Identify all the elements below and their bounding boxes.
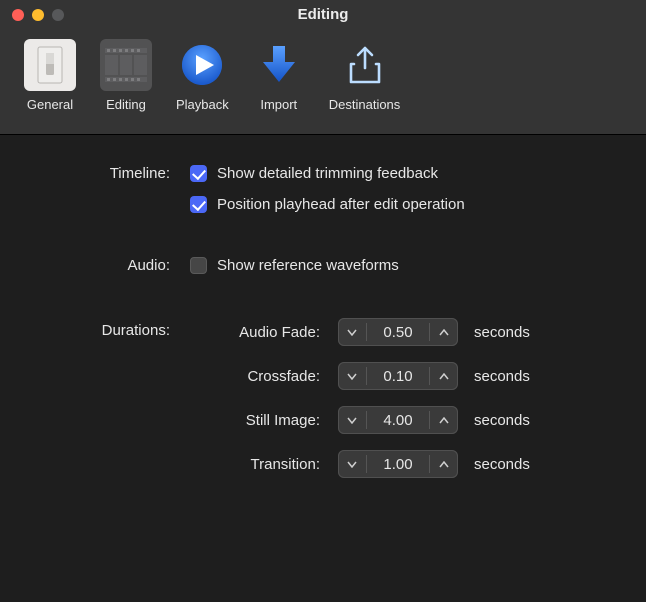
duration-unit: seconds [474,456,530,473]
audio-fade-stepper[interactable]: 0.50 [338,318,458,346]
stepper-value: 0.10 [367,368,429,385]
durations-list: Audio Fade: 0.50 seconds Crossfade: [190,318,530,478]
duration-unit: seconds [474,368,530,385]
crossfade-stepper[interactable]: 0.10 [338,362,458,390]
durations-block: Durations: Audio Fade: 0.50 seconds [40,318,606,478]
tab-label: Playback [176,97,229,112]
tab-destinations[interactable]: Destinations [325,37,405,114]
checkbox-reference-waveforms[interactable] [190,257,207,274]
duration-unit: seconds [474,412,530,429]
stepper-increment[interactable] [430,318,458,346]
audio-row-1: Audio: Show reference waveforms [40,257,606,274]
duration-row-crossfade: Crossfade: 0.10 seconds [190,362,530,390]
duration-label: Transition: [190,456,320,473]
durations-section-label: Durations: [40,318,170,339]
zoom-window-button[interactable] [52,9,64,21]
transition-stepper[interactable]: 1.00 [338,450,458,478]
stepper-decrement[interactable] [338,450,366,478]
duration-unit: seconds [474,324,530,341]
tab-label: Import [260,97,297,112]
tab-label: Destinations [329,97,401,112]
preferences-toolbar: General Editing [0,29,646,135]
stepper-decrement[interactable] [338,406,366,434]
tab-editing[interactable]: Editing [96,37,156,114]
timeline-row-2: Position playhead after edit operation [40,196,606,213]
general-icon [24,39,76,91]
duration-row-still-image: Still Image: 4.00 seconds [190,406,530,434]
checkbox-label: Position playhead after edit operation [217,196,465,213]
checkbox-label: Show detailed trimming feedback [217,165,438,182]
minimize-window-button[interactable] [32,9,44,21]
duration-label: Crossfade: [190,368,320,385]
tab-label: General [27,97,73,112]
stepper-increment[interactable] [430,450,458,478]
destinations-icon [339,39,391,91]
duration-row-audio-fade: Audio Fade: 0.50 seconds [190,318,530,346]
editing-pane: Timeline: Show detailed trimming feedbac… [0,135,646,512]
stepper-decrement[interactable] [338,362,366,390]
stepper-value: 0.50 [367,324,429,341]
duration-label: Still Image: [190,412,320,429]
close-window-button[interactable] [12,9,24,21]
stepper-value: 4.00 [367,412,429,429]
editing-icon [100,39,152,91]
tab-label: Editing [106,97,146,112]
checkbox-detailed-trimming[interactable] [190,165,207,182]
duration-row-transition: Transition: 1.00 seconds [190,450,530,478]
tab-general[interactable]: General [20,37,80,114]
window-title: Editing [0,6,646,23]
import-icon [253,39,305,91]
stepper-decrement[interactable] [338,318,366,346]
checkbox-position-playhead[interactable] [190,196,207,213]
timeline-row-1: Timeline: Show detailed trimming feedbac… [40,165,606,182]
stepper-increment[interactable] [430,406,458,434]
stepper-value: 1.00 [367,456,429,473]
checkbox-label: Show reference waveforms [217,257,399,274]
stepper-increment[interactable] [430,362,458,390]
duration-label: Audio Fade: [190,324,320,341]
playback-icon [176,39,228,91]
still-image-stepper[interactable]: 4.00 [338,406,458,434]
window-controls [12,9,64,21]
timeline-section-label: Timeline: [40,165,170,182]
tab-import[interactable]: Import [249,37,309,114]
tab-playback[interactable]: Playback [172,37,233,114]
titlebar: Editing [0,0,646,29]
audio-section-label: Audio: [40,257,170,274]
